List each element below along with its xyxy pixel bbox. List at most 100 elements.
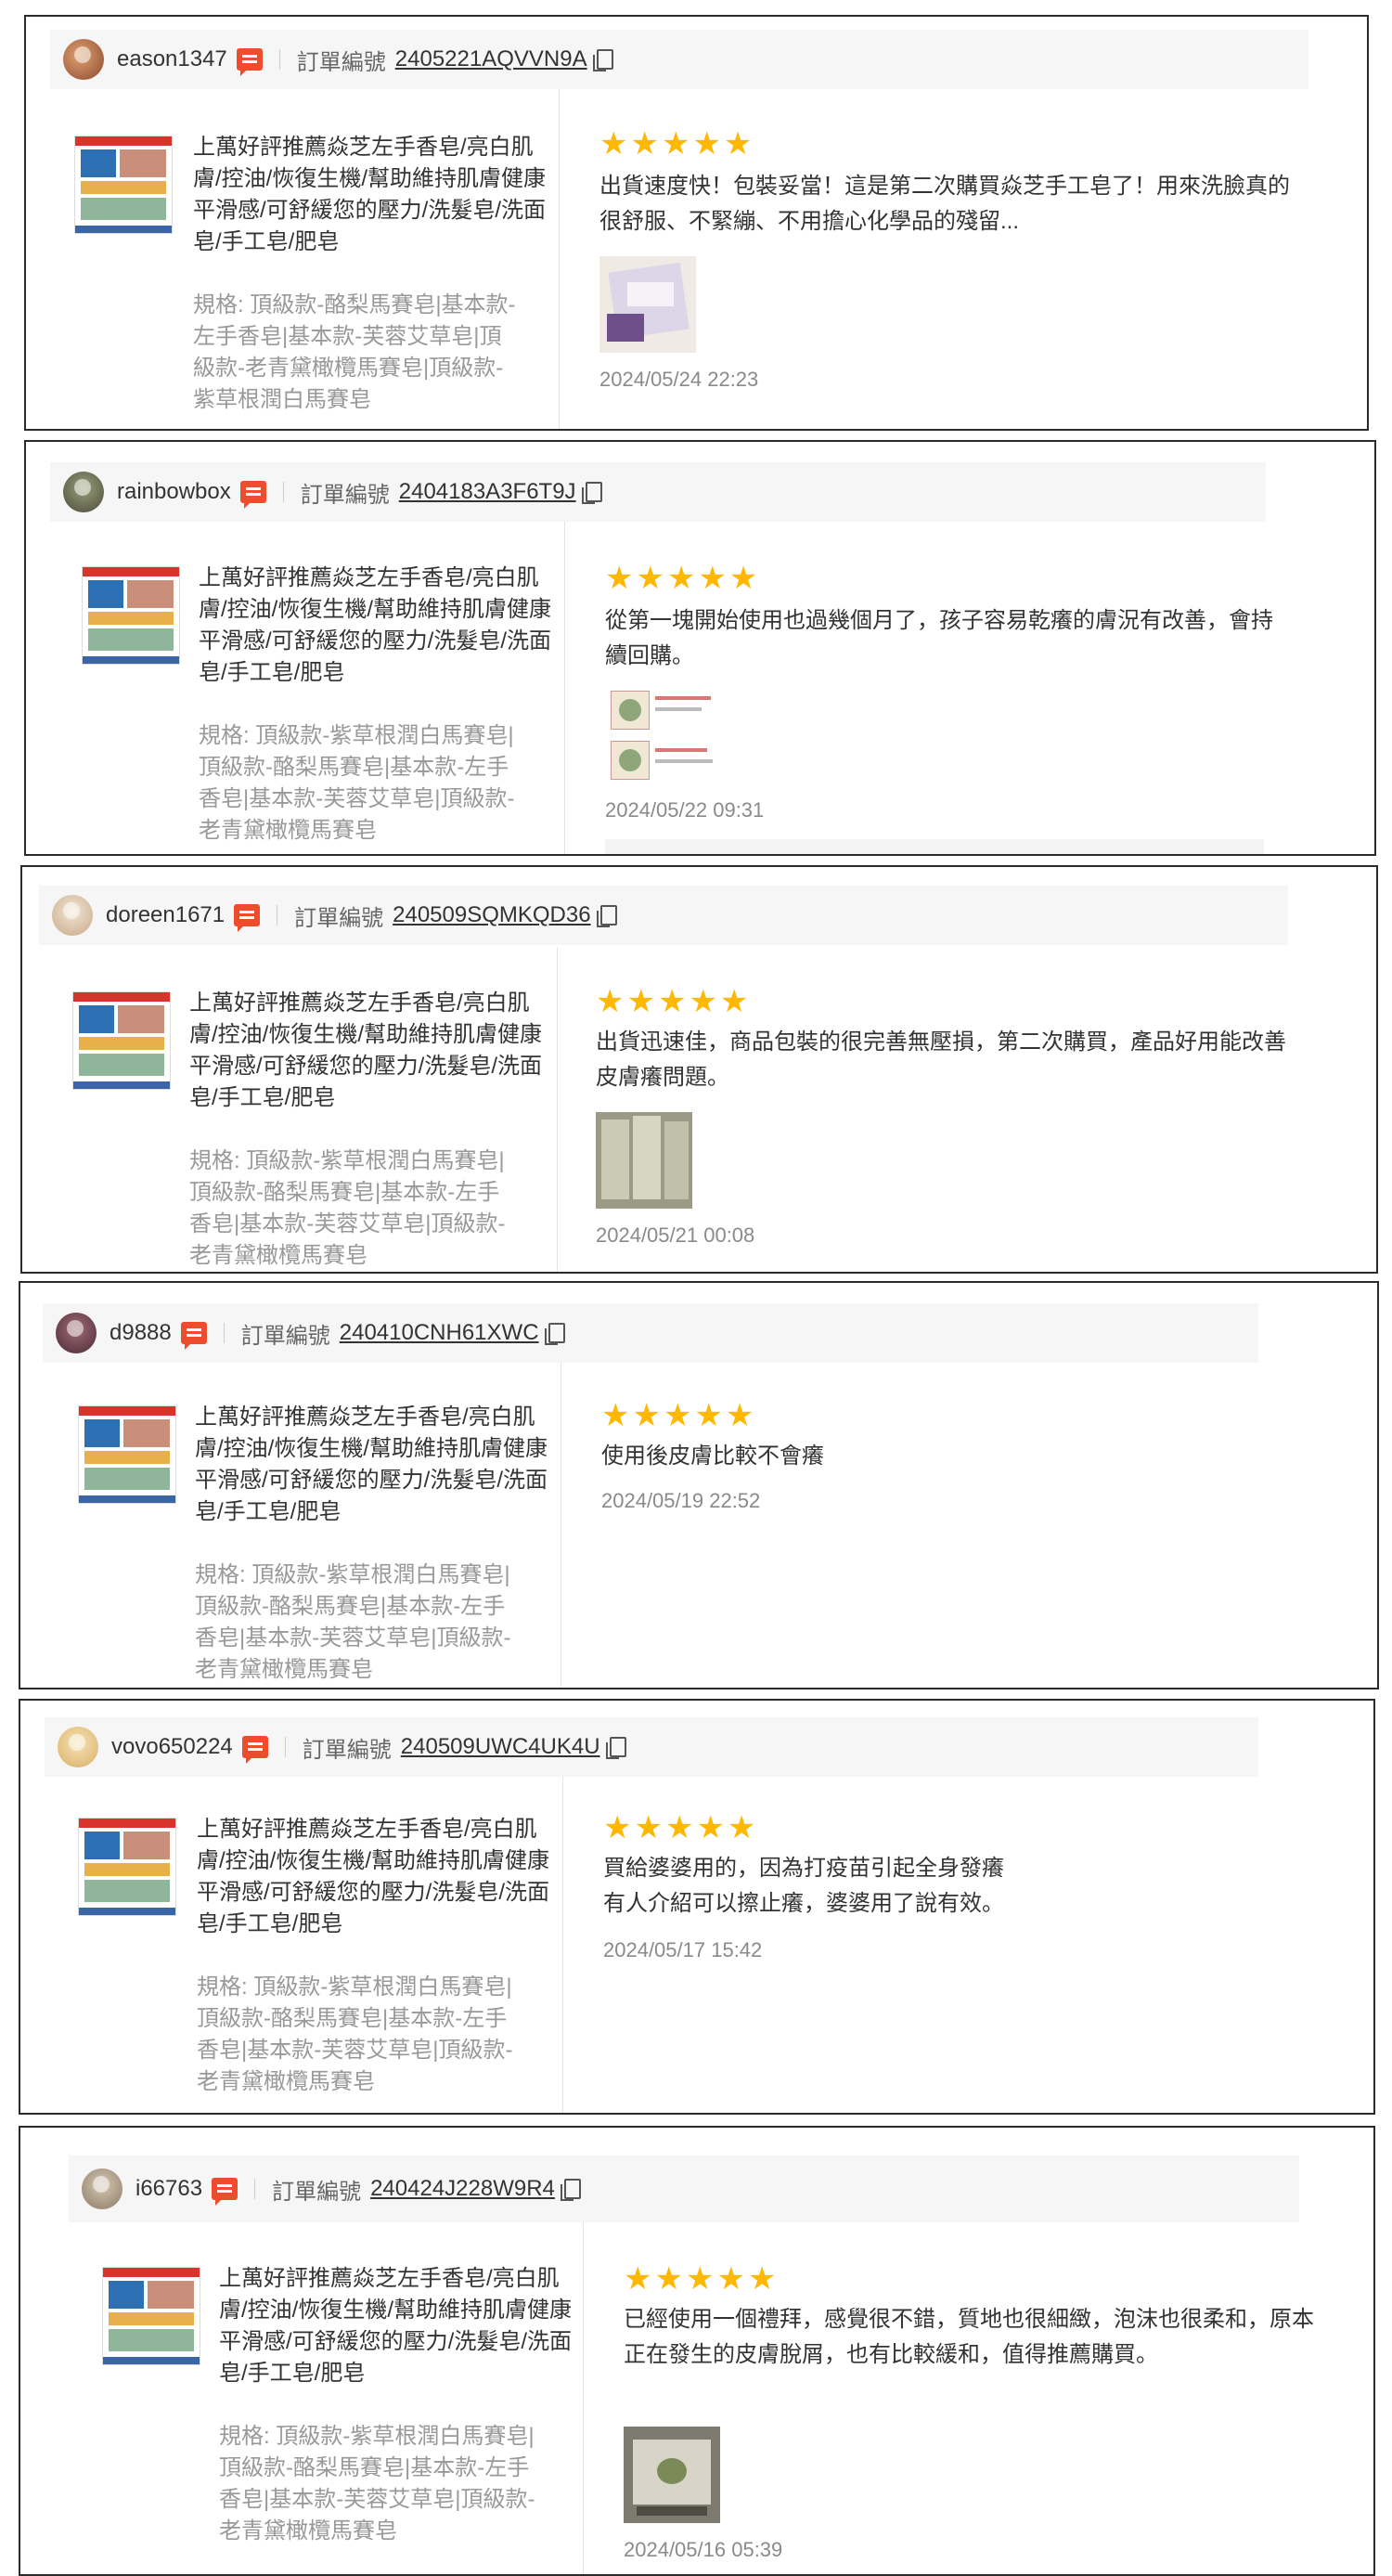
product-title[interactable]: 上萬好評推薦焱芝左手香皂/亮白肌膚/控油/恢復生機/幫助維持肌膚健康平滑感/可舒… bbox=[197, 1814, 549, 1940]
order-number-link[interactable]: 2404183A3F6T9J bbox=[399, 479, 576, 505]
chat-icon[interactable] bbox=[180, 1322, 207, 1350]
order-label: 訂單編號 bbox=[272, 2179, 362, 2205]
copy-icon[interactable] bbox=[544, 1323, 565, 1345]
photo-caption bbox=[655, 707, 702, 711]
chat-icon[interactable] bbox=[239, 481, 266, 509]
copy-icon[interactable] bbox=[560, 2179, 581, 2201]
username[interactable]: rainbowbox bbox=[117, 479, 231, 505]
review-photo[interactable] bbox=[596, 1112, 692, 1209]
review-card: doreen1671 訂單編號 240509SQMKQD36 上萬好評推薦焱芝左… bbox=[20, 865, 1378, 1274]
column-divider bbox=[559, 89, 560, 429]
review-header: d9888 訂單編號 240410CNH61XWC bbox=[43, 1303, 1258, 1363]
order-number-link[interactable]: 2405221AQVVN9A bbox=[395, 46, 587, 72]
divider bbox=[282, 482, 284, 502]
avatar[interactable] bbox=[63, 472, 104, 512]
product-thumbnail[interactable] bbox=[78, 1405, 176, 1504]
product-thumbnail[interactable] bbox=[102, 2267, 200, 2365]
username[interactable]: vovo650224 bbox=[111, 1734, 233, 1760]
product-title[interactable]: 上萬好評推薦焱芝左手香皂/亮白肌膚/控油/恢復生機/幫助維持肌膚健康平滑感/可舒… bbox=[199, 563, 551, 689]
review-date: 2024/05/24 22:23 bbox=[599, 368, 759, 391]
divider bbox=[284, 1737, 286, 1757]
column-divider bbox=[557, 947, 558, 1272]
rating-stars: ★★★★★ bbox=[596, 984, 752, 1019]
review-photo[interactable] bbox=[599, 256, 696, 353]
order-number-link[interactable]: 240509SQMKQD36 bbox=[393, 902, 590, 928]
rating-stars: ★★★★★ bbox=[601, 1398, 757, 1433]
rating-stars: ★★★★★ bbox=[624, 2261, 780, 2297]
product-variation: 規格: 頂級款-紫草根潤白馬賽皂|頂級款-酪梨馬賽皂|基本款-左手香皂|基本款-… bbox=[197, 1974, 513, 2094]
shop-reply-bar bbox=[605, 839, 1264, 854]
product-thumbnail[interactable] bbox=[74, 136, 173, 234]
chat-icon[interactable] bbox=[234, 904, 261, 932]
column-divider bbox=[562, 1777, 563, 2113]
product-thumbnail[interactable] bbox=[72, 991, 171, 1090]
username[interactable]: eason1347 bbox=[117, 46, 227, 72]
chat-icon[interactable] bbox=[212, 2178, 238, 2206]
photo-caption bbox=[655, 696, 711, 700]
order-label: 訂單編號 bbox=[240, 1323, 330, 1349]
divider bbox=[278, 49, 280, 70]
rating-stars: ★★★★★ bbox=[605, 561, 761, 596]
avatar[interactable] bbox=[52, 895, 93, 936]
avatar[interactable] bbox=[56, 1313, 97, 1353]
order-number-link[interactable]: 240410CNH61XWC bbox=[340, 1320, 539, 1346]
review-date: 2024/05/22 09:31 bbox=[605, 798, 765, 822]
review-header: eason1347 訂單編號 2405221AQVVN9A bbox=[50, 30, 1308, 89]
column-divider bbox=[583, 2222, 584, 2574]
review-comment: 出貨迅速佳，商品包裝的很完善無壓損，第二次購買，產品好用能改善皮膚癢問題。 bbox=[596, 1029, 1286, 1090]
username[interactable]: i66763 bbox=[135, 2176, 202, 2202]
review-card: i66763 訂單編號 240424J228W9R4 上萬好評推薦焱芝左手香皂/… bbox=[19, 2126, 1375, 2576]
review-card: d9888 訂單編號 240410CNH61XWC 上萬好評推薦焱芝左手香皂/亮… bbox=[19, 1281, 1379, 1689]
divider bbox=[254, 2179, 256, 2199]
review-comment: 使用後皮膚比較不會癢 bbox=[601, 1443, 824, 1469]
avatar[interactable] bbox=[82, 2168, 122, 2209]
review-date: 2024/05/16 05:39 bbox=[624, 2538, 783, 2561]
rating-stars: ★★★★★ bbox=[599, 126, 755, 162]
copy-icon[interactable] bbox=[581, 482, 602, 504]
product-thumbnail[interactable] bbox=[78, 1818, 176, 1916]
copy-icon[interactable] bbox=[596, 905, 617, 927]
username[interactable]: d9888 bbox=[110, 1320, 172, 1346]
review-comment: 出貨速度快！包裝妥當！這是第二次購買焱芝手工皂了！用來洗臉真的很舒服、不緊繃、不… bbox=[599, 174, 1290, 234]
divider bbox=[223, 1323, 225, 1343]
product-variation: 規格: 頂級款-酪梨馬賽皂|基本款-左手香皂|基本款-芙蓉艾草皂|頂級款-老青黛… bbox=[193, 292, 516, 412]
rating-stars: ★★★★★ bbox=[603, 1810, 759, 1845]
order-number-link[interactable]: 240424J228W9R4 bbox=[370, 2176, 555, 2202]
review-header: rainbowbox 訂單編號 2404183A3F6T9J bbox=[50, 462, 1266, 522]
review-comment: 買給婆婆用的，因為打疫苗引起全身發癢 有人介紹可以擦止癢，婆婆用了說有效。 bbox=[603, 1856, 1004, 1916]
order-label: 訂單編號 bbox=[294, 905, 384, 931]
product-variation: 規格: 頂級款-紫草根潤白馬賽皂|頂級款-酪梨馬賽皂|基本款-左手香皂|基本款-… bbox=[199, 723, 515, 843]
review-header: vovo650224 訂單編號 240509UWC4UK4U bbox=[45, 1717, 1258, 1777]
review-card: rainbowbox 訂單編號 2404183A3F6T9J 上萬好評推薦焱芝左… bbox=[24, 440, 1376, 856]
order-number-link[interactable]: 240509UWC4UK4U bbox=[401, 1734, 600, 1760]
product-thumbnail[interactable] bbox=[82, 566, 180, 665]
product-title[interactable]: 上萬好評推薦焱芝左手香皂/亮白肌膚/控油/恢復生機/幫助維持肌膚健康平滑感/可舒… bbox=[195, 1402, 548, 1528]
review-date: 2024/05/19 22:52 bbox=[601, 1489, 761, 1512]
review-comment: 已經使用一個禮拜，感覺很不錯，質地也很細緻，泡沫也很柔和，原本正在發生的皮膚脫屑… bbox=[624, 2307, 1314, 2367]
avatar[interactable] bbox=[58, 1727, 98, 1767]
review-photo[interactable] bbox=[624, 2427, 720, 2523]
product-title[interactable]: 上萬好評推薦焱芝左手香皂/亮白肌膚/控油/恢復生機/幫助維持肌膚健康平滑感/可舒… bbox=[189, 988, 542, 1114]
column-divider bbox=[564, 522, 565, 854]
product-variation: 規格: 頂級款-紫草根潤白馬賽皂|頂級款-酪梨馬賽皂|基本款-左手香皂|基本款-… bbox=[219, 2424, 535, 2544]
review-photo[interactable] bbox=[611, 691, 650, 730]
chat-icon[interactable] bbox=[236, 48, 263, 76]
review-date: 2024/05/17 15:42 bbox=[603, 1938, 763, 1961]
photo-caption bbox=[655, 759, 713, 763]
product-variation: 規格: 頂級款-紫草根潤白馬賽皂|頂級款-酪梨馬賽皂|基本款-左手香皂|基本款-… bbox=[195, 1562, 511, 1682]
product-variation: 規格: 頂級款-紫草根潤白馬賽皂|頂級款-酪梨馬賽皂|基本款-左手香皂|基本款-… bbox=[189, 1148, 506, 1268]
review-card: eason1347 訂單編號 2405221AQVVN9A 上萬好評推薦焱芝左手… bbox=[24, 15, 1369, 431]
product-title[interactable]: 上萬好評推薦焱芝左手香皂/亮白肌膚/控油/恢復生機/幫助維持肌膚健康平滑感/可舒… bbox=[193, 132, 546, 258]
username[interactable]: doreen1671 bbox=[106, 902, 225, 928]
order-label: 訂單編號 bbox=[302, 1737, 392, 1763]
order-label: 訂單編號 bbox=[296, 49, 386, 75]
review-header: i66763 訂單編號 240424J228W9R4 bbox=[69, 2155, 1299, 2222]
review-card: vovo650224 訂單編號 240509UWC4UK4U 上萬好評推薦焱芝左… bbox=[19, 1699, 1375, 2115]
chat-icon[interactable] bbox=[241, 1736, 268, 1764]
avatar[interactable] bbox=[63, 39, 104, 80]
review-header: doreen1671 訂單編號 240509SQMKQD36 bbox=[39, 886, 1288, 945]
copy-icon[interactable] bbox=[592, 49, 613, 71]
review-photo[interactable] bbox=[611, 741, 650, 780]
product-title[interactable]: 上萬好評推薦焱芝左手香皂/亮白肌膚/控油/恢復生機/幫助維持肌膚健康平滑感/可舒… bbox=[219, 2263, 572, 2389]
copy-icon[interactable] bbox=[605, 1737, 626, 1759]
